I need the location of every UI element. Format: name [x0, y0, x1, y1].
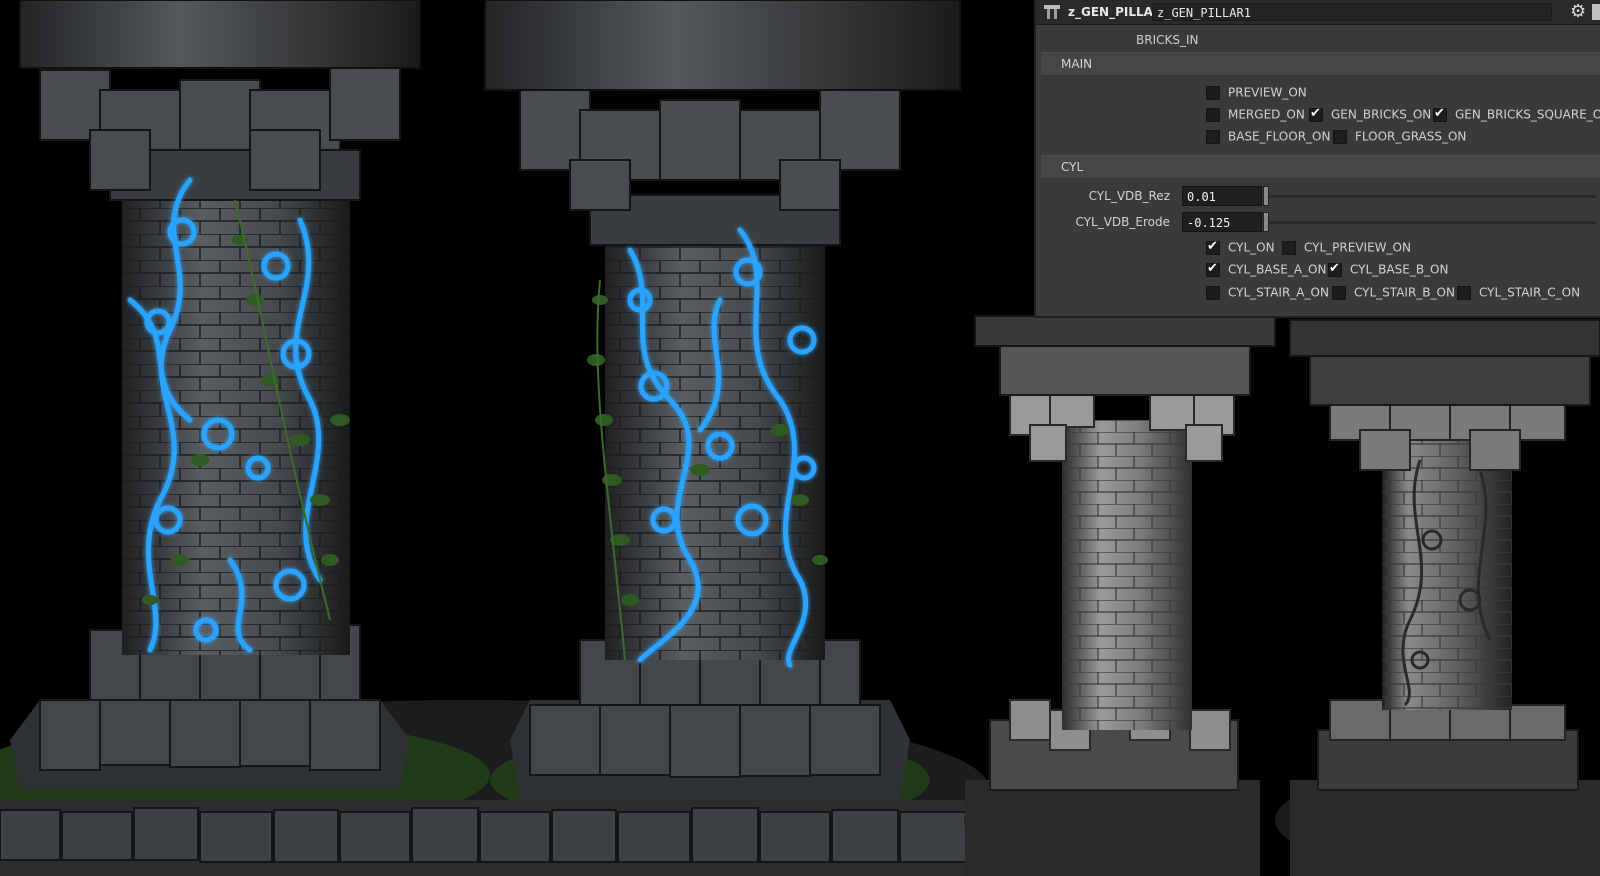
checkbox[interactable]	[1206, 107, 1220, 122]
checkbox[interactable]	[1333, 129, 1347, 144]
toggle-gen-bricks-square-on[interactable]: GEN_BRICKS_SQUARE_ON	[1433, 106, 1600, 122]
toggle-cyl-stair-b-on[interactable]: CYL_STAIR_B_ON	[1332, 284, 1455, 300]
checkbox[interactable]	[1433, 106, 1447, 122]
panel-header: z_GEN_PILLAR z_GEN_PILLAR1 ⚙	[1036, 0, 1600, 25]
pillar-textured-2	[484, 0, 961, 800]
pillar-gray-2	[1275, 319, 1600, 876]
node-type-icon	[1044, 5, 1060, 19]
toggle-cyl-stair-a-on[interactable]: CYL_STAIR_A_ON	[1206, 284, 1329, 300]
toggle-cyl-on[interactable]: CYL_ON	[1206, 239, 1275, 255]
checkbox[interactable]	[1282, 240, 1296, 255]
checkbox[interactable]	[1309, 106, 1323, 122]
checkbox[interactable]	[1328, 261, 1342, 277]
section-cyl[interactable]: CYL	[1041, 155, 1600, 178]
section-main-title: MAIN	[1061, 57, 1093, 71]
param-cyl-vdb-erode: CYL_VDB_Erode -0.125	[1036, 211, 1600, 233]
checkbox[interactable]	[1206, 285, 1220, 300]
section-main[interactable]: MAIN	[1041, 52, 1600, 75]
node-name-field[interactable]: z_GEN_PILLAR1	[1152, 3, 1552, 21]
toggle-preview-on[interactable]: PREVIEW_ON	[1206, 84, 1307, 100]
section-cyl-title: CYL	[1061, 160, 1084, 174]
param-label: CYL_VDB_Erode	[1075, 215, 1170, 229]
toggle-cyl-base-b-on[interactable]: CYL_BASE_B_ON	[1328, 261, 1448, 277]
node-type-label: z_GEN_PILLAR	[1068, 5, 1163, 19]
cyl-vdb-erode-slider[interactable]	[1266, 221, 1596, 224]
cyl-vdb-rez-slider[interactable]	[1266, 195, 1596, 198]
param-cyl-vdb-rez: CYL_VDB_Rez 0.01	[1036, 185, 1600, 207]
pillar-gray-1	[964, 315, 1276, 876]
toggle-floor-grass-on[interactable]: FLOOR_GRASS_ON	[1333, 128, 1466, 144]
param-label: CYL_VDB_Rez	[1088, 189, 1170, 203]
help-icon[interactable]	[1592, 4, 1600, 20]
checkbox[interactable]	[1332, 285, 1346, 300]
toggle-gen-bricks-on[interactable]: GEN_BRICKS_ON	[1309, 106, 1431, 122]
cyl-vdb-erode-field[interactable]: -0.125	[1182, 212, 1262, 232]
checkbox[interactable]	[1457, 285, 1471, 300]
checkbox[interactable]	[1206, 85, 1220, 100]
bricks-in-label: BRICKS_IN	[1136, 33, 1199, 47]
toggle-cyl-preview-on[interactable]: CYL_PREVIEW_ON	[1282, 239, 1411, 255]
checkbox[interactable]	[1206, 129, 1220, 144]
cyl-vdb-rez-field[interactable]: 0.01	[1182, 186, 1262, 206]
parameter-panel: z_GEN_PILLAR z_GEN_PILLAR1 ⚙ BRICKS_IN M…	[1034, 0, 1600, 318]
cyl-vdb-erode-slider-handle[interactable]	[1263, 212, 1269, 232]
checkbox[interactable]	[1206, 261, 1220, 277]
toggle-base-floor-on[interactable]: BASE_FLOOR_ON	[1206, 128, 1330, 144]
checkbox[interactable]	[1206, 239, 1220, 255]
toggle-merged-on[interactable]: MERGED_ON	[1206, 106, 1305, 122]
toggle-cyl-base-a-on[interactable]: CYL_BASE_A_ON	[1206, 261, 1326, 277]
toggle-cyl-stair-c-on[interactable]: CYL_STAIR_C_ON	[1457, 284, 1580, 300]
cyl-vdb-rez-slider-handle[interactable]	[1263, 186, 1269, 206]
pillar-textured-1	[10, 0, 421, 790]
gear-icon[interactable]: ⚙	[1570, 2, 1586, 22]
